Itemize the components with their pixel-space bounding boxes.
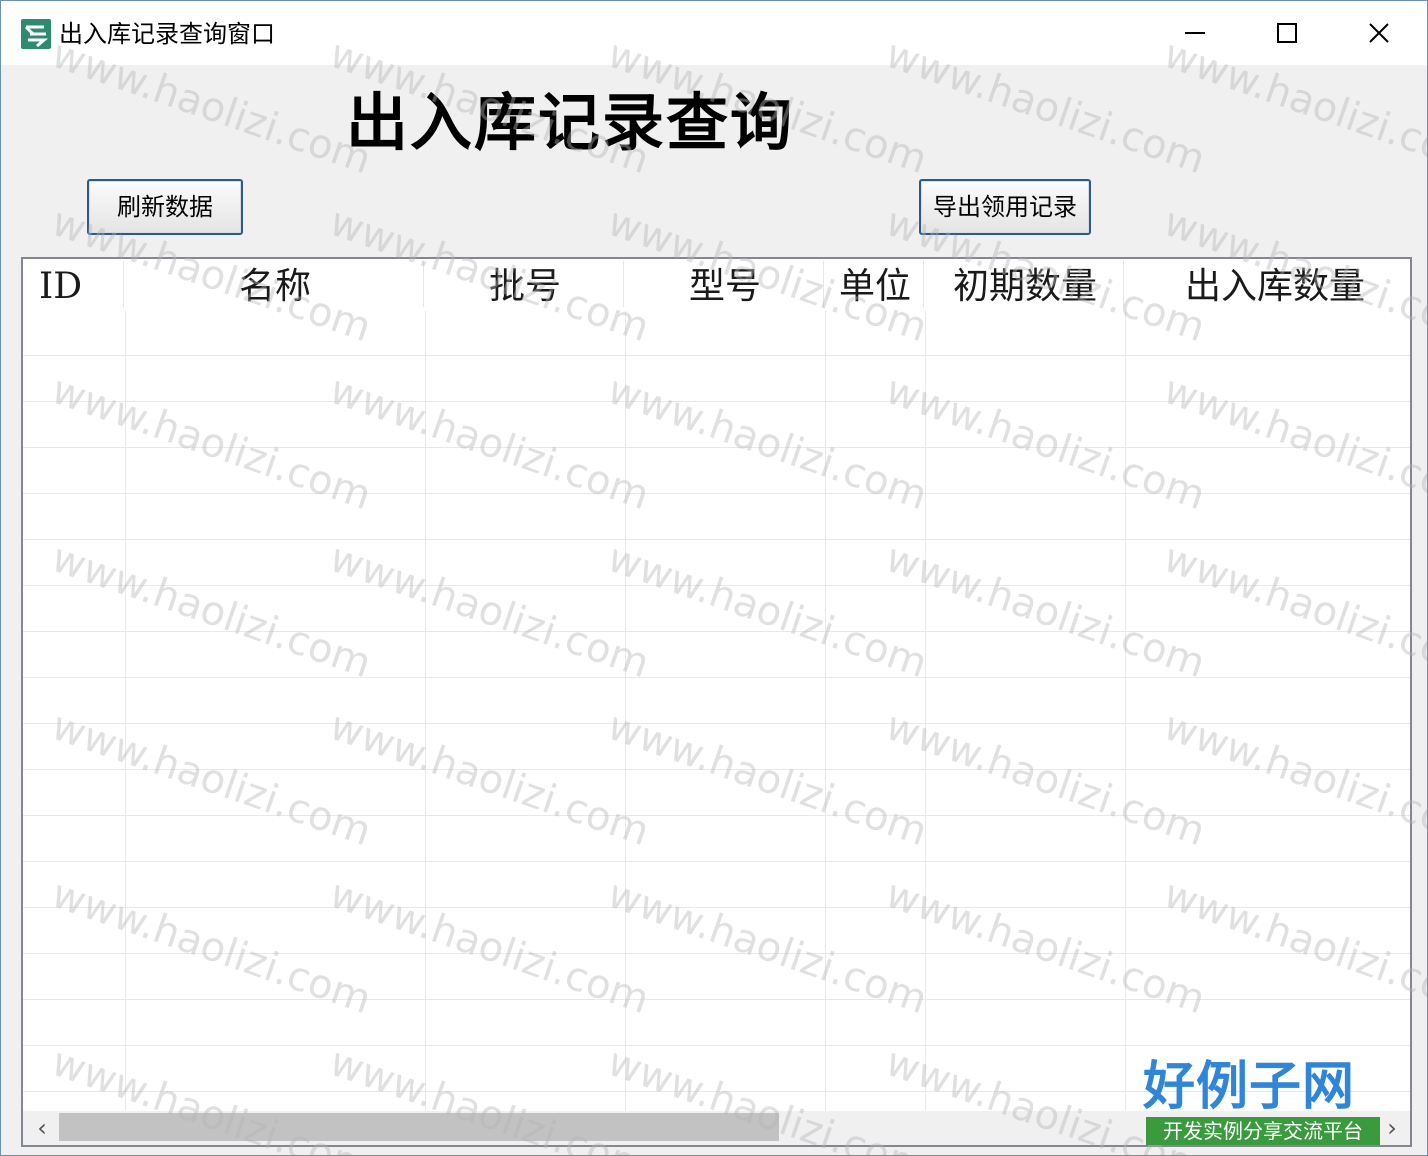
scrollbar-thumb[interactable] — [59, 1113, 779, 1141]
grid-line — [23, 585, 1410, 586]
close-icon — [1369, 23, 1389, 43]
records-grid[interactable]: ID 名称 批号 型号 单位 初期数量 出入库数量 ‹ › — [21, 257, 1412, 1147]
grid-line — [23, 677, 1410, 678]
header-divider — [1123, 261, 1124, 307]
column-header-name[interactable]: 名称 — [125, 261, 425, 313]
column-header-batch[interactable]: 批号 — [425, 261, 625, 313]
grid-line — [925, 311, 926, 1111]
header-divider — [423, 261, 424, 307]
close-button[interactable] — [1333, 1, 1425, 65]
column-header-unit[interactable]: 单位 — [825, 261, 925, 313]
grid-line — [425, 311, 426, 1111]
column-header-model[interactable]: 型号 — [625, 261, 825, 313]
column-header-io-qty[interactable]: 出入库数量 — [1125, 261, 1410, 313]
app-window: 出入库记录查询窗口 出入库记录查询 刷新数据 导出领用记录 ID 名称 批号 型… — [0, 0, 1428, 1156]
site-logo: 好例子网 开发实例分享交流平台 — [1143, 1057, 1383, 1149]
minimize-icon — [1185, 32, 1205, 34]
maximize-icon — [1277, 23, 1297, 43]
grid-line — [23, 815, 1410, 816]
column-header-id[interactable]: ID — [25, 261, 109, 313]
grid-line — [23, 907, 1410, 908]
header-divider — [923, 261, 924, 307]
export-records-button[interactable]: 导出领用记录 — [919, 179, 1091, 235]
column-header-initial-qty[interactable]: 初期数量 — [925, 261, 1125, 313]
scroll-left-icon[interactable]: ‹ — [25, 1111, 59, 1145]
grid-line — [23, 1045, 1410, 1046]
maximize-button[interactable] — [1241, 1, 1333, 65]
app-icon — [21, 19, 51, 49]
header-divider — [623, 261, 624, 307]
grid-line — [625, 311, 626, 1111]
logo-main-text: 好例子网 — [1143, 1057, 1356, 1117]
grid-line — [1125, 311, 1126, 1111]
grid-line — [825, 311, 826, 1111]
grid-line — [23, 355, 1410, 356]
page-heading: 出入库记录查询 — [346, 86, 795, 159]
grid-line — [23, 861, 1410, 862]
minimize-button[interactable] — [1149, 1, 1241, 65]
grid-line — [23, 723, 1410, 724]
refresh-data-button[interactable]: 刷新数据 — [87, 179, 243, 235]
window-title: 出入库记录查询窗口 — [59, 20, 275, 48]
grid-line — [23, 999, 1410, 1000]
header-divider — [123, 261, 124, 307]
grid-line — [23, 447, 1410, 448]
grid-line — [125, 311, 126, 1111]
logo-sub-text: 开发实例分享交流平台 — [1146, 1117, 1380, 1145]
grid-line — [23, 539, 1410, 540]
grid-line — [23, 401, 1410, 402]
header-divider — [823, 261, 824, 307]
grid-line — [23, 631, 1410, 632]
grid-line — [23, 769, 1410, 770]
grid-line — [23, 953, 1410, 954]
title-bar[interactable]: 出入库记录查询窗口 — [1, 1, 1427, 65]
grid-line — [23, 493, 1410, 494]
